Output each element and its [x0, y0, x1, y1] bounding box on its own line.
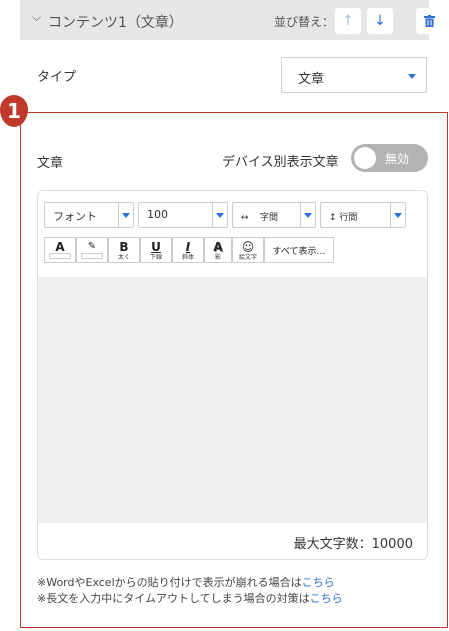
content-title: コンテンツ1（文章） [48, 15, 183, 31]
type-select[interactable]: 文章 [281, 57, 427, 93]
pen-icon: ✎ [87, 241, 97, 252]
device-text-label: デバイス別表示文章 [222, 155, 339, 170]
delete-button[interactable] [416, 8, 442, 34]
shadow-button[interactable]: A影 [204, 237, 232, 263]
move-down-button[interactable]: ↓ [367, 8, 393, 34]
font-color-button[interactable]: A [44, 237, 76, 263]
show-all-button[interactable]: すべて表示… [264, 237, 334, 263]
chevron-down-icon [390, 203, 405, 227]
line-spacing-select[interactable]: ↕ 行間 [320, 202, 406, 228]
show-all-label: すべて表示… [272, 247, 326, 257]
font-size-select[interactable]: 100 [138, 202, 228, 228]
chevron-down-icon [300, 203, 315, 227]
bold-icon: B [119, 240, 129, 254]
shadow-icon: A [213, 240, 223, 254]
horizontal-arrows-icon: ↔ [241, 213, 249, 223]
chevron-down-icon [212, 203, 227, 227]
editor-text-area[interactable] [38, 277, 427, 523]
emoji-button[interactable]: ☺ 絵文字 [232, 237, 264, 263]
sort-label: 並び替え： [274, 15, 335, 29]
arrow-up-icon: ↑ [342, 13, 354, 29]
italic-button[interactable]: I 斜体 [172, 237, 204, 263]
highlight-color-button[interactable]: ✎ [76, 237, 108, 263]
chevron-down-icon[interactable]: ⌵ [32, 11, 42, 23]
note-paste: ※WordやExcelからの貼り付けで表示が崩れる場合はこちら [37, 576, 335, 589]
letter-spacing-label: 字間 [260, 213, 279, 223]
text-section-label: 文章 [37, 156, 64, 171]
move-up-button[interactable]: ↑ [335, 8, 361, 34]
italic-icon: I [185, 240, 191, 254]
bold-button[interactable]: B 太く [108, 237, 140, 263]
editor-footer: 最大文字数：10000 [38, 523, 427, 559]
toggle-knob [354, 147, 376, 169]
type-label: タイプ [37, 70, 77, 85]
content-header: ⌵ コンテンツ1（文章） 並び替え： ↑ ↓ [20, 0, 442, 40]
vertical-arrows-icon: ↕ [329, 213, 337, 223]
timeout-help-link[interactable]: こちら [310, 592, 343, 605]
toggle-state-label: 無効 [385, 152, 410, 166]
line-spacing-label: 行間 [339, 213, 358, 223]
font-size-value: 100 [147, 208, 168, 221]
arrow-down-icon: ↓ [374, 13, 386, 29]
font-select[interactable]: フォント [44, 202, 134, 228]
smiley-icon: ☺ [241, 240, 255, 254]
letter-spacing-select[interactable]: ↔ 字間 [232, 202, 316, 228]
underline-icon: U [151, 240, 161, 254]
font-color-icon: A [55, 240, 65, 254]
rich-text-editor: フォント 100 ↔ 字間 ↕ 行間 A ✎ B 太く U 下線 I 斜体 A影 ☺ 絵… [37, 190, 428, 560]
chevron-down-icon [118, 203, 133, 227]
max-chars-label: 最大文字数：10000 [293, 537, 413, 552]
trash-icon [423, 15, 435, 27]
font-select-value: フォント [53, 210, 97, 223]
device-text-toggle[interactable]: 無効 [351, 144, 428, 172]
underline-button[interactable]: U 下線 [140, 237, 172, 263]
caret-down-icon [408, 74, 416, 79]
type-select-value: 文章 [298, 72, 325, 87]
note-timeout: ※長文を入力中にタイムアウトしてしまう場合の対策はこちら [37, 592, 343, 605]
paste-help-link[interactable]: こちら [302, 576, 335, 589]
